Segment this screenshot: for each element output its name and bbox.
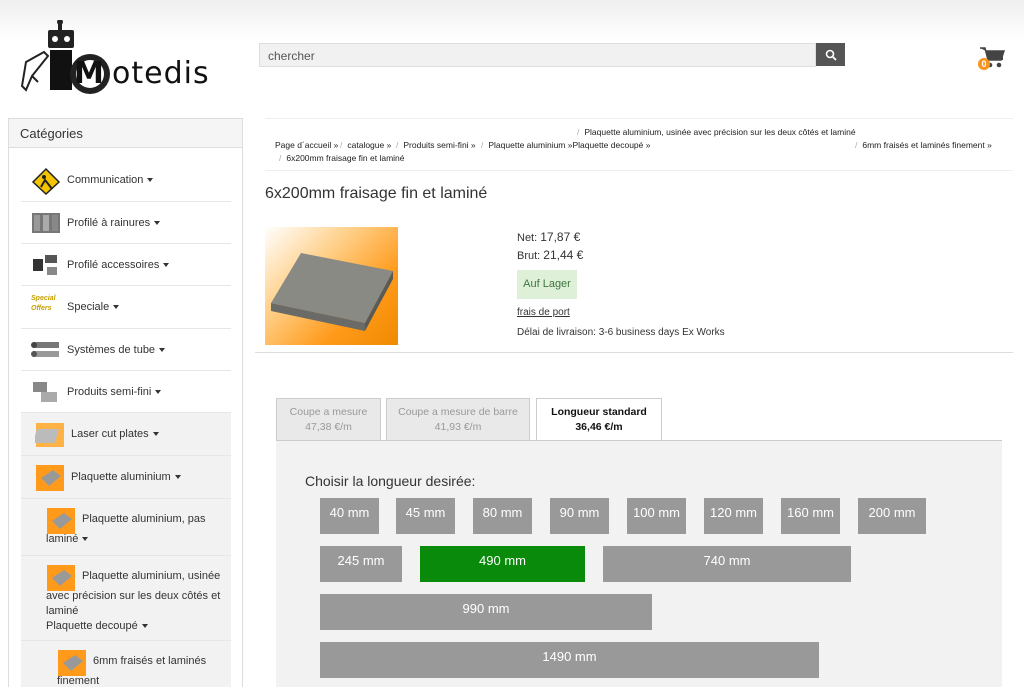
sidebar-item-label-line2: laminé	[46, 533, 79, 545]
tab-price: 41,93 €/m	[434, 421, 482, 433]
delivery-time: Délai de livraison: 3-6 business days Ex…	[517, 327, 725, 338]
sidebar-item-plaquette-pas-lamine[interactable]: Plaquette aluminium, pas laminé	[21, 499, 231, 556]
logo-text: Motedis	[74, 56, 210, 91]
profile-icon	[32, 213, 60, 233]
page-title: 6x200mm fraisage fin et laminé	[265, 185, 488, 202]
aluminium-plate-icon	[47, 565, 75, 591]
caret-down-icon	[113, 305, 120, 310]
tube-icon	[31, 342, 59, 357]
sidebar-item-label-line2: finement	[57, 675, 100, 687]
length-option-160[interactable]: 160 mm	[781, 498, 840, 534]
tab-coupe-a-mesure[interactable]: Coupe a mesure 47,38 €/m	[276, 398, 381, 440]
net-price: 17,87 €	[540, 230, 581, 244]
tab-price: 47,38 €/m	[305, 421, 352, 433]
length-option-100[interactable]: 100 mm	[627, 498, 686, 534]
brut-label: Brut:	[517, 250, 541, 262]
search-icon	[825, 49, 837, 61]
sidebar-item-label: Plaquette aluminium, pas	[82, 513, 206, 525]
sidebar-item-label: Plaquette aluminium	[71, 471, 171, 483]
sidebar-item-speciale[interactable]: Special Offers Speciale	[21, 286, 231, 329]
sidebar-item-plaquette-aluminium[interactable]: Plaquette aluminium	[21, 456, 231, 499]
special-offers-icon: Special Offers	[31, 294, 61, 322]
caret-down-icon	[163, 263, 170, 268]
search-button[interactable]	[816, 43, 845, 66]
caret-down-icon	[82, 537, 89, 542]
offers-text: Offers	[31, 305, 52, 312]
divider	[255, 352, 1013, 353]
semi-finished-icon	[33, 382, 57, 402]
sidebar-item-profile-accessoires[interactable]: Profilé accessoires	[21, 244, 231, 286]
length-choice-label: Choisir la longueur desirée:	[305, 473, 476, 489]
sidebar-item-label: Laser cut plates	[71, 428, 149, 440]
laser-plate-icon	[35, 423, 64, 447]
sidebar-item-label: Plaquette aluminium, usinée	[82, 570, 221, 582]
sidebar-item-plaquette-precision[interactable]: Plaquette aluminium, usinée avec précisi…	[21, 556, 231, 641]
length-option-490-selected[interactable]: 490 mm	[420, 546, 585, 582]
breadcrumb-precision[interactable]: Plaquette aluminium, usinée avec précisi…	[584, 127, 855, 137]
breadcrumb-semi-fini[interactable]: Produits semi-fini »	[403, 140, 475, 150]
sidebar-item-label: Produits semi-fini	[67, 386, 152, 398]
warning-sign-icon	[31, 167, 61, 195]
length-option-90[interactable]: 90 mm	[550, 498, 609, 534]
breadcrumb-6mm[interactable]: 6mm fraisés et laminés finement »	[862, 140, 991, 150]
sidebar-title: Catégories	[9, 119, 242, 148]
sidebar-item-label: Profilé à rainures	[67, 217, 151, 229]
breadcrumb-home[interactable]: Page d´accueil »	[275, 140, 338, 150]
caret-down-icon	[154, 221, 161, 226]
caret-down-icon	[159, 348, 166, 353]
sidebar-item-label-line2: avec précision sur les deux côtés et	[46, 590, 221, 602]
stock-badge: Auf Lager	[517, 270, 577, 299]
product-image[interactable]	[265, 227, 398, 345]
aluminium-plate-icon	[58, 650, 86, 676]
sidebar-item-label: Profilé accessoires	[67, 259, 160, 271]
accessories-icon	[33, 255, 57, 275]
net-label: Net:	[517, 232, 538, 244]
sidebar-item-label: 6mm fraisés et laminés	[93, 655, 207, 667]
special-text: Special	[31, 295, 56, 302]
length-option-990[interactable]: 990 mm	[320, 594, 652, 630]
breadcrumb-current: 6x200mm fraisage fin et laminé	[286, 153, 405, 163]
tab-label: Longueur standard	[551, 406, 647, 418]
caret-down-icon	[174, 475, 181, 480]
sidebar-item-label-line3: laminé	[46, 605, 79, 617]
sidebar-item-6mm-fraises[interactable]: 6mm fraisés et laminés finement	[21, 641, 231, 687]
cart-count-badge: 0	[978, 58, 990, 70]
brut-price: 21,44 €	[543, 248, 584, 262]
caret-down-icon	[147, 178, 154, 183]
sidebar-item-communication[interactable]: Communication	[21, 159, 231, 202]
search-input[interactable]: chercher	[259, 43, 816, 67]
sidebar-item-produits-semi-fini[interactable]: Produits semi-fini	[21, 371, 231, 413]
tab-label: Coupe a mesure	[289, 406, 368, 418]
caret-down-icon	[152, 432, 159, 437]
tab-coupe-a-mesure-de-barre[interactable]: Coupe a mesure de barre 41,93 €/m	[386, 398, 530, 440]
tab-longueur-standard[interactable]: Longueur standard 36,46 €/m	[536, 398, 662, 441]
length-option-245[interactable]: 245 mm	[320, 546, 402, 582]
sidebar-item-label: Communication	[67, 174, 144, 186]
length-option-740[interactable]: 740 mm	[603, 546, 851, 582]
length-option-200[interactable]: 200 mm	[858, 498, 926, 534]
shipping-link[interactable]: frais de port	[517, 307, 570, 318]
caret-down-icon	[141, 624, 148, 629]
tab-label: Coupe a mesure de barre	[398, 406, 518, 418]
sidebar-item-label: Systèmes de tube	[67, 344, 156, 356]
aluminium-plate-icon	[36, 465, 64, 491]
sidebar-item-laser-cut-plates[interactable]: Laser cut plates	[21, 413, 231, 456]
length-option-40[interactable]: 40 mm	[320, 498, 379, 534]
sidebar-item-label: Speciale	[67, 301, 110, 313]
sidebar-item-systemes-tube[interactable]: Systèmes de tube	[21, 329, 231, 371]
length-option-120[interactable]: 120 mm	[704, 498, 763, 534]
category-sidebar: Catégories Communication Profilé à rainu…	[8, 118, 243, 687]
breadcrumb-plaquette[interactable]: Plaquette aluminium »Plaquette decoupé »	[488, 140, 650, 150]
sidebar-item-profile-rainures[interactable]: Profilé à rainures	[21, 202, 231, 244]
length-option-80[interactable]: 80 mm	[473, 498, 532, 534]
sidebar-item-label-line4: Plaquette decoupé	[46, 620, 138, 632]
length-option-45[interactable]: 45 mm	[396, 498, 455, 534]
aluminium-plate-icon	[47, 508, 75, 534]
caret-down-icon	[155, 390, 162, 395]
breadcrumb: / Plaquette aluminium, usinée avec précis…	[265, 118, 1013, 171]
breadcrumb-catalogue[interactable]: catalogue »	[347, 140, 391, 150]
tab-price: 36,46 €/m	[575, 421, 623, 433]
length-option-1490[interactable]: 1490 mm	[320, 642, 819, 678]
